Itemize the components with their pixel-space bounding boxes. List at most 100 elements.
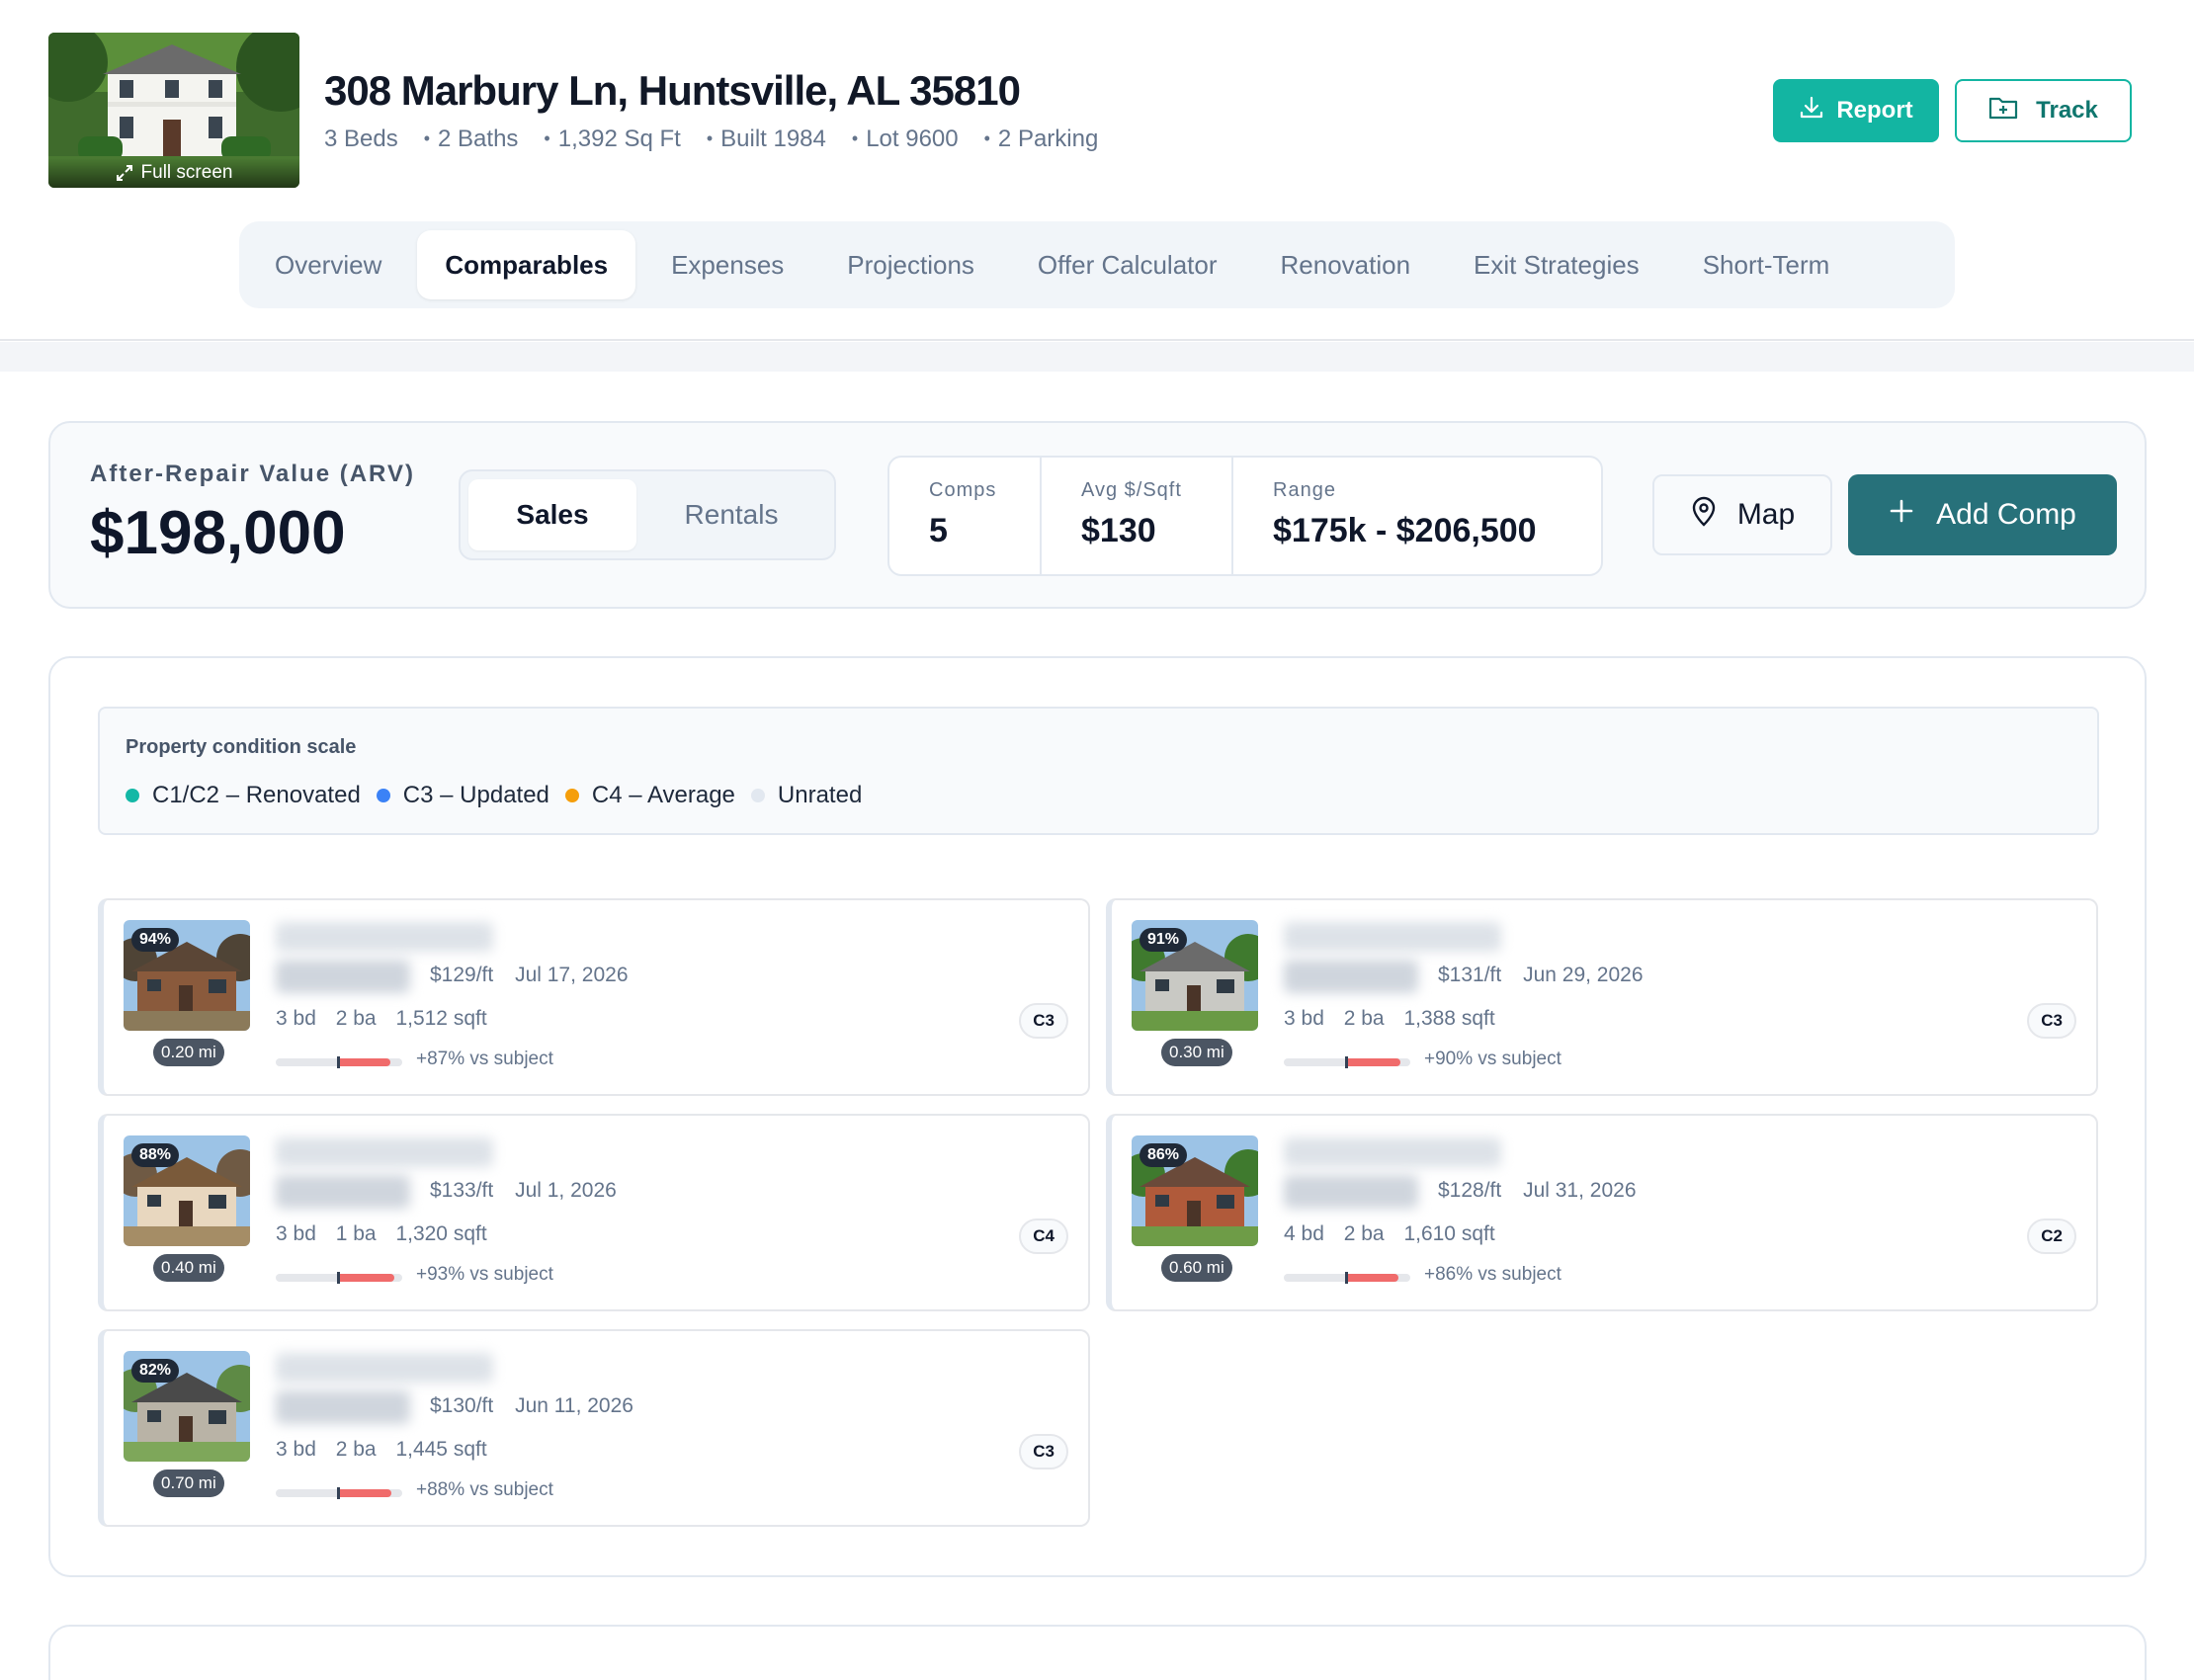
property-photo[interactable]: Full screen (48, 33, 299, 188)
vs-subject-text: +86% vs subject (1424, 1264, 1561, 1285)
comp-specs: 3 bd 2 ba 1,512 sqft (276, 1007, 501, 1031)
fullscreen-button[interactable]: Full screen (48, 158, 299, 188)
report-button[interactable]: Report (1773, 79, 1939, 142)
tab-short-term[interactable]: Short-Term (1675, 230, 1858, 299)
page-title: 308 Marbury Ln, Huntsville, AL 35810 (324, 67, 1021, 114)
beds: 3 bd (1284, 1007, 1324, 1030)
tab-expenses[interactable]: Expenses (643, 230, 811, 299)
price-per-sqft: $131/ft (1438, 964, 1502, 986)
address-redacted (276, 1353, 493, 1383)
tab-exit-strategies[interactable]: Exit Strategies (1446, 230, 1667, 299)
property-fact: 2 Parking (984, 126, 1098, 153)
condition-scale: Property condition scale C1/C2 – Renovat… (98, 707, 2099, 835)
sqft: 1,610 sqft (1403, 1222, 1495, 1245)
baths: 2 ba (1343, 1222, 1385, 1245)
stat-value: $175k - $206,500 (1273, 512, 1537, 549)
vs-subject-text: +93% vs subject (416, 1264, 553, 1285)
sqft: 1,512 sqft (395, 1007, 487, 1030)
match-badge: 88% (131, 1143, 180, 1167)
comp-price-line: $130/ft Jun 11, 2026 (430, 1394, 649, 1418)
stat-value: 5 (929, 512, 948, 549)
next-section-card (48, 1625, 2147, 1680)
tab-bar: Overview Comparables Expenses Projections Of… (239, 221, 1955, 308)
tab-offer-calculator[interactable]: Offer Calculator (1010, 230, 1245, 299)
sales-rentals-toggle: Sales Rentals (459, 469, 836, 560)
arv-value: $198,000 (90, 499, 346, 567)
price-redacted (1284, 960, 1418, 993)
property-fact: Built 1984 (707, 126, 826, 153)
track-button[interactable]: Track (1955, 79, 2132, 142)
legend-dot-icon (376, 789, 390, 802)
condition-badge: C4 (1019, 1218, 1068, 1254)
comp-card[interactable]: 88% 0.40 mi $133/ft Jul 1, 2026 3 bd 1 b… (98, 1114, 1090, 1311)
vs-subject-bar-fill (339, 1058, 390, 1066)
condition-badge: C3 (1019, 1434, 1068, 1470)
comp-card[interactable]: 94% 0.20 mi $129/ft Jul 17, 2026 3 bd 2 … (98, 898, 1090, 1096)
price-per-sqft: $133/ft (430, 1179, 494, 1202)
condition-badge: C3 (1019, 1003, 1068, 1039)
sale-date: Jul 17, 2026 (515, 964, 629, 986)
tab-comparables[interactable]: Comparables (417, 230, 636, 299)
address-redacted (1284, 922, 1501, 952)
fullscreen-label: Full screen (140, 162, 233, 183)
comp-specs: 3 bd 2 ba 1,388 sqft (1284, 1007, 1509, 1031)
beds: 3 bd (276, 1438, 316, 1461)
comp-card[interactable]: 86% 0.60 mi $128/ft Jul 31, 2026 4 bd 2 … (1106, 1114, 2098, 1311)
vs-subject-text: +90% vs subject (1424, 1049, 1561, 1069)
map-pin-icon (1690, 495, 1718, 535)
comp-card[interactable]: 82% 0.70 mi $130/ft Jun 11, 2026 3 bd 2 … (98, 1329, 1090, 1527)
property-header: Full screen 308 Marbury Ln, Huntsville, … (0, 0, 2194, 341)
comp-photo[interactable]: 88% (124, 1135, 250, 1246)
distance-badge: 0.60 mi (1161, 1254, 1232, 1282)
sqft: 1,320 sqft (395, 1222, 487, 1245)
expand-icon (116, 164, 133, 182)
toggle-sales[interactable]: Sales (468, 479, 636, 550)
match-badge: 86% (1139, 1143, 1188, 1167)
vs-subject-text: +88% vs subject (416, 1479, 553, 1500)
price-redacted (276, 1175, 410, 1209)
address-redacted (276, 922, 493, 952)
legend-item: C1/C2 – Renovated (126, 782, 361, 809)
comp-card[interactable]: 91% 0.30 mi $131/ft Jun 29, 2026 3 bd 2 … (1106, 898, 2098, 1096)
price-redacted (1284, 1175, 1418, 1209)
vs-subject-bar (276, 1487, 402, 1499)
sale-date: Jul 1, 2026 (515, 1179, 617, 1202)
map-button[interactable]: Map (1652, 474, 1832, 555)
match-badge: 94% (131, 928, 180, 952)
condition-badge: C3 (2027, 1003, 2076, 1039)
comp-photo[interactable]: 94% (124, 920, 250, 1031)
comp-photo[interactable]: 86% (1132, 1135, 1258, 1246)
comp-photo[interactable]: 82% (124, 1351, 250, 1462)
address-redacted (276, 1137, 493, 1167)
comp-photo[interactable]: 91% (1132, 920, 1258, 1031)
sale-date: Jul 31, 2026 (1523, 1179, 1637, 1202)
arv-label: After-Repair Value (ARV) (90, 461, 415, 487)
property-fact: Lot 9600 (852, 126, 958, 153)
sqft: 1,388 sqft (1403, 1007, 1495, 1030)
sale-date: Jun 29, 2026 (1523, 964, 1644, 986)
legend-dot-icon (126, 789, 139, 802)
vs-subject-text: +87% vs subject (416, 1049, 553, 1069)
legend-item: C3 – Updated (376, 782, 549, 809)
match-badge: 82% (131, 1359, 180, 1383)
legend-label: C1/C2 – Renovated (152, 782, 361, 808)
comp-price-line: $128/ft Jul 31, 2026 (1438, 1179, 1652, 1203)
stat-label: Avg $/Sqft (1081, 479, 1182, 501)
add-comp-button[interactable]: Add Comp (1848, 474, 2117, 555)
comp-price-line: $131/ft Jun 29, 2026 (1438, 964, 1659, 987)
track-label: Track (2036, 97, 2098, 124)
legend-dot-icon (750, 789, 765, 802)
tab-projections[interactable]: Projections (819, 230, 1002, 299)
toggle-rentals[interactable]: Rentals (636, 479, 826, 550)
baths: 2 ba (335, 1007, 377, 1030)
vs-subject-bar-fill (339, 1489, 391, 1497)
vs-subject-bar-marker (337, 1272, 340, 1284)
vs-subject-bar-marker (1345, 1272, 1348, 1284)
tab-renovation[interactable]: Renovation (1253, 230, 1439, 299)
baths: 2 ba (1343, 1007, 1385, 1030)
tab-overview[interactable]: Overview (247, 230, 409, 299)
arv-summary-card: After-Repair Value (ARV) $198,000 Sales … (48, 421, 2147, 609)
match-badge: 91% (1139, 928, 1188, 952)
comp-specs: 3 bd 1 ba 1,320 sqft (276, 1222, 501, 1246)
condition-scale-title: Property condition scale (126, 736, 357, 758)
